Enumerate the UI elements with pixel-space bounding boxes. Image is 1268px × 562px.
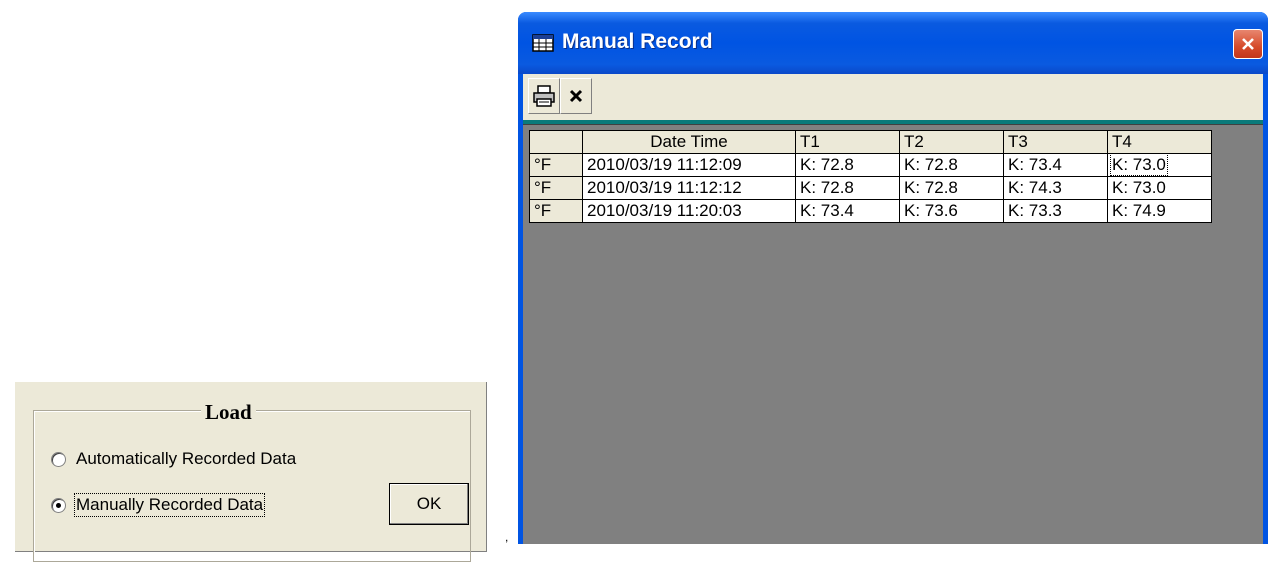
cell-t1[interactable]: K: 72.8 [795,176,900,200]
radio-automatic-label[interactable]: Automatically Recorded Data [76,449,296,469]
header-datetime[interactable]: Date Time [582,130,796,154]
close-icon [1242,38,1254,50]
cell-t2[interactable]: K: 72.8 [899,176,1004,200]
print-button[interactable] [528,78,560,114]
cell-datetime[interactable]: 2010/03/19 11:12:12 [582,176,796,200]
separator-mark: , [505,530,509,544]
cell-t2[interactable]: K: 73.6 [899,199,1004,223]
cell-t3[interactable]: K: 73.4 [1003,153,1108,177]
cell-datetime[interactable]: 2010/03/19 11:12:09 [582,153,796,177]
row-unit[interactable]: °F [529,199,583,223]
cell-t2[interactable]: K: 72.8 [899,153,1004,177]
cell-t1[interactable]: K: 73.4 [795,199,900,223]
cell-datetime[interactable]: 2010/03/19 11:20:03 [582,199,796,223]
manual-record-window: Manual Record Date Time T1 T2 T3 T4 °F 2… [518,12,1268,544]
load-dialog: Load Automatically Recorded Data Manuall… [14,381,487,562]
data-grid-area[interactable]: Date Time T1 T2 T3 T4 °F 2010/03/19 11:1… [523,124,1263,544]
header-t2[interactable]: T2 [899,130,1004,154]
focused-cell-value[interactable]: K: 73.0 [1110,153,1168,176]
table-icon [532,34,554,52]
grid-header-row: Date Time T1 T2 T3 T4 [529,130,1212,154]
radio-manual[interactable]: Manually Recorded Data [51,493,266,517]
cell-t1[interactable]: K: 72.8 [795,153,900,177]
radio-button-manual[interactable] [51,497,66,513]
cell-t4[interactable]: K: 73.0 [1107,153,1212,177]
cell-t4[interactable]: K: 74.9 [1107,199,1212,223]
close-button[interactable] [1233,29,1263,59]
header-t1[interactable]: T1 [795,130,900,154]
radio-manual-label[interactable]: Manually Recorded Data [73,493,266,517]
printer-icon [533,85,555,107]
load-group-title: Load [201,400,256,425]
cell-t3[interactable]: K: 73.3 [1003,199,1108,223]
header-t4[interactable]: T4 [1107,130,1212,154]
table-row[interactable]: °F 2010/03/19 11:12:12 K: 72.8 K: 72.8 K… [529,176,1212,200]
window-title: Manual Record [562,30,713,53]
row-unit[interactable]: °F [529,176,583,200]
delete-x-icon [569,89,583,103]
radio-automatic[interactable]: Automatically Recorded Data [51,449,296,469]
window-client: Date Time T1 T2 T3 T4 °F 2010/03/19 11:1… [523,74,1263,544]
table-row[interactable]: °F 2010/03/19 11:12:09 K: 72.8 K: 72.8 K… [529,153,1212,177]
data-grid[interactable]: Date Time T1 T2 T3 T4 °F 2010/03/19 11:1… [529,130,1212,223]
ok-button[interactable]: OK [389,483,469,525]
row-unit[interactable]: °F [529,153,583,177]
table-row[interactable]: °F 2010/03/19 11:20:03 K: 73.4 K: 73.6 K… [529,199,1212,223]
header-t3[interactable]: T3 [1003,130,1108,154]
toolbar [523,74,1263,120]
header-corner [529,130,583,154]
cell-t3[interactable]: K: 74.3 [1003,176,1108,200]
cell-t4[interactable]: K: 73.0 [1107,176,1212,200]
radio-selected-dot [56,502,61,508]
radio-button-automatic[interactable] [51,451,66,467]
title-bar[interactable]: Manual Record [518,12,1268,74]
delete-button[interactable] [560,78,592,114]
